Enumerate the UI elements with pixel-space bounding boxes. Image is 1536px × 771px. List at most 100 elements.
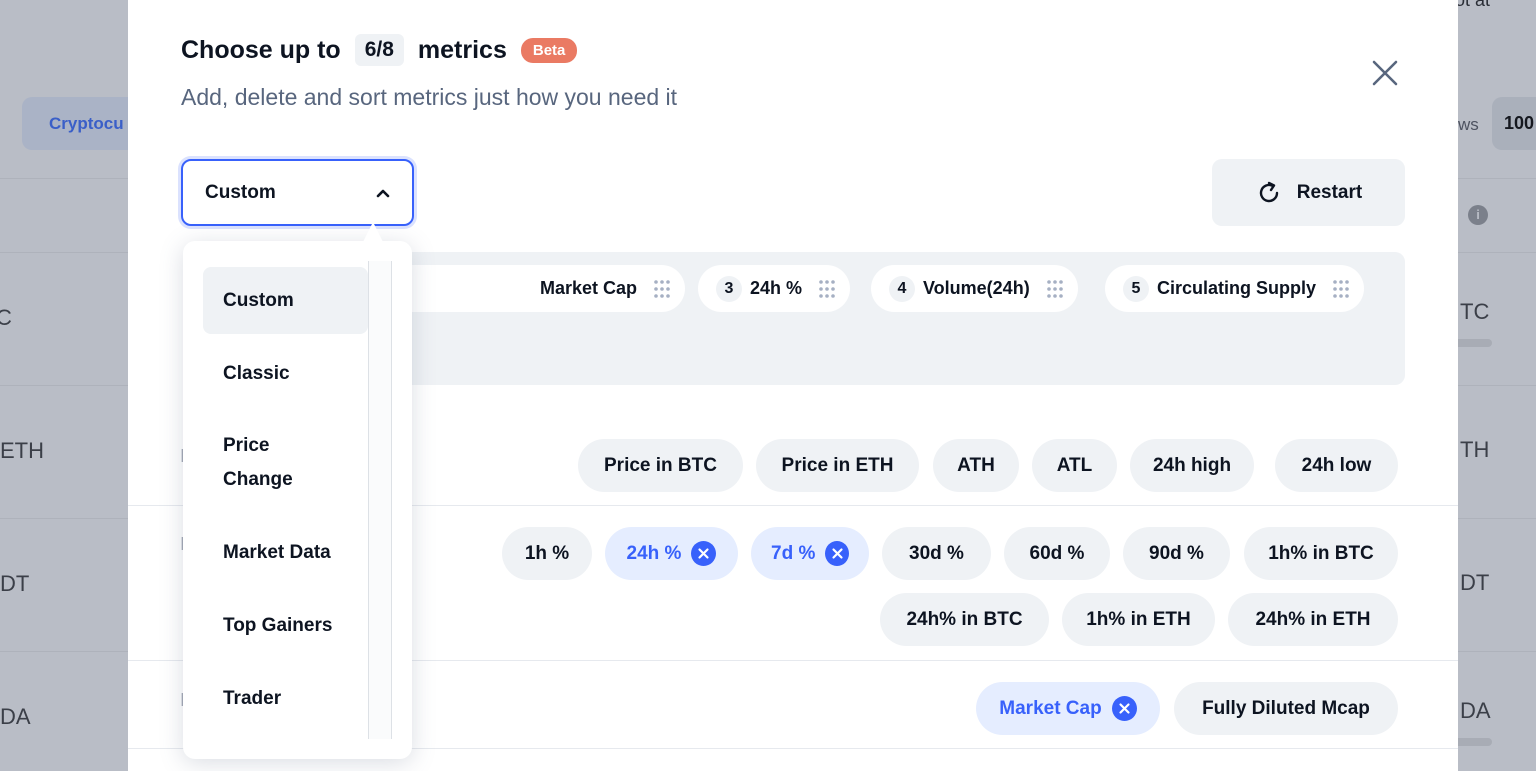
- bg-row-symbol: TC: [1460, 299, 1490, 324]
- selected-metric-label: 24h %: [750, 278, 803, 298]
- metric-order-number: 4: [889, 275, 915, 302]
- metric-chip-7d-selected[interactable]: 7d %: [751, 527, 869, 580]
- bg-divider: [0, 252, 128, 253]
- dropdown-item-label: Market Data: [223, 541, 331, 563]
- preset-select[interactable]: Custom: [181, 159, 414, 226]
- bg-divider: [1458, 252, 1536, 253]
- bg-rows-label: ws: [1458, 115, 1479, 134]
- dropdown-item-label: Classic: [223, 362, 290, 384]
- metric-chip-atl[interactable]: ATL: [1032, 439, 1117, 492]
- metric-chip-60d[interactable]: 60d %: [1004, 527, 1110, 580]
- metric-chip-fully-diluted-mcap[interactable]: Fully Diluted Mcap: [1174, 682, 1398, 735]
- bg-divider: [0, 385, 128, 386]
- drag-handle-icon[interactable]: [653, 279, 671, 299]
- metric-chip-label: 7d %: [771, 542, 816, 564]
- modal-title: Choose up to 6/8 metrics Beta: [181, 32, 578, 68]
- bg-row-symbol: DA: [0, 704, 31, 729]
- preset-select-value: Custom: [205, 181, 276, 203]
- close-button[interactable]: [1368, 56, 1402, 90]
- metric-chip-label: 30d %: [909, 542, 964, 564]
- metric-chip-label: ATL: [1056, 454, 1093, 476]
- dropdown-item-label: Price Change: [223, 435, 293, 490]
- metric-chip-price-in-btc[interactable]: Price in BTC: [578, 439, 743, 492]
- bg-divider: [1458, 518, 1536, 519]
- bg-divider: [0, 651, 128, 652]
- metric-chip-24h-selected[interactable]: 24h %: [605, 527, 738, 580]
- dropdown-scrollbar[interactable]: [368, 261, 392, 739]
- bg-rows-value: 100: [1492, 97, 1536, 150]
- close-icon: [1372, 60, 1398, 86]
- metric-chip-24h-high[interactable]: 24h high: [1130, 439, 1254, 492]
- bg-divider: [0, 178, 128, 179]
- remove-metric-icon[interactable]: [1111, 696, 1137, 721]
- dropdown-item-price-change[interactable]: Price Change: [203, 413, 368, 513]
- metric-chip-label: ATH: [957, 454, 995, 476]
- dropdown-item-classic[interactable]: Classic: [203, 340, 368, 407]
- metric-chip-label: 60d %: [1029, 542, 1085, 564]
- metric-chip-label: 1h% in ETH: [1086, 608, 1191, 630]
- bg-divider: [1458, 178, 1536, 179]
- metric-chip-market-cap-selected[interactable]: Market Cap: [976, 682, 1160, 735]
- bg-divider: [1458, 385, 1536, 386]
- metric-chip-24h-low[interactable]: 24h low: [1275, 439, 1398, 492]
- beta-badge: Beta: [520, 37, 578, 63]
- selected-metrics-area: Market Cap 3 24h % 4 Volume(24h) 5 Circu…: [353, 252, 1405, 385]
- remove-metric-icon[interactable]: [825, 541, 849, 566]
- bg-divider: [1458, 651, 1536, 652]
- metric-chip-label: 90d %: [1149, 542, 1204, 564]
- metric-chip-24h-in-btc[interactable]: 24h% in BTC: [880, 593, 1049, 646]
- drag-handle-icon[interactable]: [1046, 279, 1064, 299]
- bg-row-symbol: DA: [1460, 698, 1491, 723]
- metric-chip-1h-in-eth[interactable]: 1h% in ETH: [1062, 593, 1215, 646]
- metric-chip-label: Price in BTC: [604, 454, 717, 476]
- metric-chip-30d[interactable]: 30d %: [882, 527, 991, 580]
- metric-order-number: 3: [716, 275, 742, 302]
- metric-chip-label: 24h low: [1301, 454, 1372, 476]
- chevron-up-icon: [376, 189, 390, 197]
- metric-chip-label: 24h high: [1152, 454, 1232, 476]
- metric-chip-label: 24h% in ETH: [1255, 608, 1371, 630]
- dropdown-item-trader[interactable]: Trader: [203, 665, 368, 732]
- bg-row-symbol: C: [0, 305, 12, 330]
- dropdown-item-label: Trader: [223, 687, 282, 709]
- dropdown-item-label: Custom: [223, 289, 294, 311]
- dropdown-caret: [363, 222, 383, 242]
- selected-metric-label: Market Cap: [539, 278, 637, 298]
- metric-chip-label: 1h %: [524, 542, 570, 564]
- restart-button[interactable]: Restart: [1212, 159, 1405, 226]
- metric-chip-1h-in-btc[interactable]: 1h% in BTC: [1244, 527, 1398, 580]
- drag-handle-icon[interactable]: [1332, 279, 1350, 299]
- selected-metric-chip[interactable]: 3 24h %: [698, 265, 851, 312]
- bg-row-symbol: DT: [0, 571, 30, 596]
- title-suffix: metrics: [417, 35, 507, 64]
- bg-row-symbol: ETH: [0, 438, 44, 463]
- metric-chip-ath[interactable]: ATH: [933, 439, 1019, 492]
- dropdown-item-label: Top Gainers: [223, 614, 333, 636]
- title-prefix: Choose up to: [181, 35, 341, 64]
- selected-metric-chip[interactable]: 4 Volume(24h): [871, 265, 1078, 312]
- preset-dropdown: Custom Classic Price Change Market Data …: [183, 241, 412, 759]
- remove-metric-icon[interactable]: [691, 541, 717, 566]
- metrics-count: 6/8: [354, 34, 404, 66]
- dropdown-item-custom[interactable]: Custom: [203, 267, 368, 334]
- selected-metric-label: Circulating Supply: [1157, 278, 1317, 298]
- metric-chip-90d[interactable]: 90d %: [1123, 527, 1230, 580]
- metric-chip-1h[interactable]: 1h %: [502, 527, 592, 580]
- dropdown-item-top-gainers[interactable]: Top Gainers: [203, 592, 368, 659]
- metric-chip-label: 1h% in BTC: [1268, 542, 1374, 564]
- metric-order-number: 5: [1123, 275, 1149, 302]
- selected-metric-chip[interactable]: 5 Circulating Supply: [1105, 265, 1365, 312]
- restart-label: Restart: [1296, 181, 1363, 203]
- metric-chip-label: Fully Diluted Mcap: [1202, 697, 1370, 719]
- refresh-icon: [1259, 181, 1278, 202]
- info-icon: i: [1468, 205, 1488, 225]
- metric-chip-label: Market Cap: [999, 697, 1102, 719]
- modal-subtitle: Add, delete and sort metrics just how yo…: [181, 84, 678, 110]
- dropdown-item-market-data[interactable]: Market Data: [203, 519, 368, 586]
- metric-chip-label: 24h% in BTC: [906, 608, 1023, 630]
- metric-chip-label: Price in ETH: [781, 454, 894, 476]
- metric-chip-price-in-eth[interactable]: Price in ETH: [756, 439, 919, 492]
- metric-chip-label: 24h %: [626, 542, 682, 564]
- metric-chip-24h-in-eth[interactable]: 24h% in ETH: [1228, 593, 1398, 646]
- drag-handle-icon[interactable]: [818, 279, 836, 299]
